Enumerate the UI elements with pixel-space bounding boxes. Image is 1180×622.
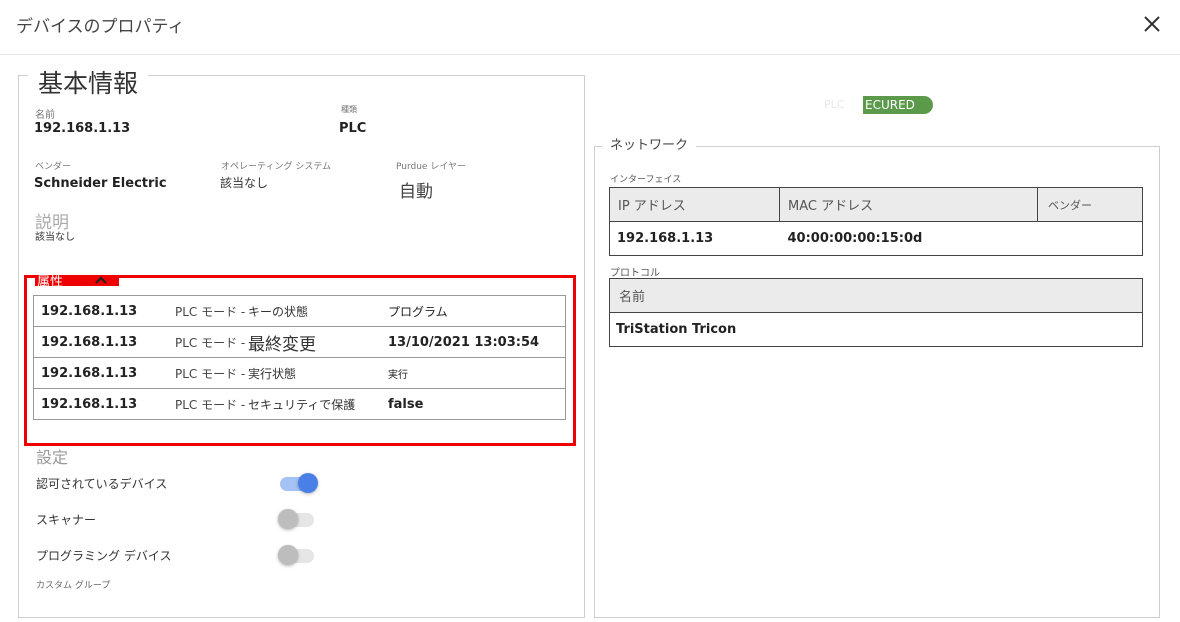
attribute-value: プログラム xyxy=(388,295,566,327)
attribute-mode: PLC モード - xyxy=(175,326,248,358)
vendor-header: ベンダー xyxy=(1037,187,1143,222)
attribute-key: キーの状態 xyxy=(248,295,388,327)
attribute-mode: PLC モード - xyxy=(175,357,248,389)
attribute-ip: 192.168.1.13 xyxy=(33,388,175,420)
interface-ip: 192.168.1.13 xyxy=(609,221,780,256)
os-value: 該当なし xyxy=(220,176,269,190)
name-value: 192.168.1.13 xyxy=(34,121,131,136)
network-title: ネットワーク xyxy=(602,134,697,153)
protocols-label: プロトコル xyxy=(610,268,660,279)
attribute-mode: PLC モード - xyxy=(175,388,248,420)
name-label: 名前 xyxy=(35,110,55,121)
toggle-knob xyxy=(278,545,298,565)
chevron-up-icon[interactable] xyxy=(94,272,108,286)
attribute-value: 実行 xyxy=(388,357,566,389)
ip-address-header: IP アドレス xyxy=(609,187,780,222)
basic-info-title: 基本情報 xyxy=(28,64,149,100)
protocol-name: TriStation Tricon xyxy=(609,312,1143,347)
programming-device-toggle[interactable] xyxy=(278,544,316,566)
protocol-name-header: 名前 xyxy=(609,278,1143,313)
settings-heading: 設定 xyxy=(36,448,69,467)
toggle-knob xyxy=(278,509,298,529)
interface-mac: 40:00:00:00:15:0d xyxy=(779,221,1038,256)
attribute-ip: 192.168.1.13 xyxy=(33,357,175,389)
toggle-knob xyxy=(298,473,318,493)
attribute-row: 192.168.1.13 PLC モード - 実行状態 実行 xyxy=(33,357,566,389)
attribute-ip: 192.168.1.13 xyxy=(33,295,175,327)
os-label: オペレーティング システム xyxy=(221,162,332,172)
status-badge-faint-text: PLC xyxy=(824,98,845,111)
protocols-table: 名前 TriStation Tricon xyxy=(609,278,1143,347)
attribute-row: 192.168.1.13 PLC モード - キーの状態 プログラム xyxy=(33,295,566,327)
purdue-label: Purdue レイヤー xyxy=(396,162,467,172)
attribute-key: 実行状態 xyxy=(248,357,388,389)
type-value: PLC xyxy=(339,121,367,136)
status-badge: ECURED xyxy=(863,96,933,114)
attribute-ip: 192.168.1.13 xyxy=(33,326,175,358)
attributes-tab-label: 属性 xyxy=(37,275,64,290)
attribute-key: 最終変更 xyxy=(248,326,388,358)
custom-group-label: カスタム グループ xyxy=(36,581,111,591)
authorized-device-label: 認可されているデバイス xyxy=(36,477,168,491)
interfaces-label: インターフェイス xyxy=(610,175,682,185)
scanner-label: スキャナー xyxy=(36,513,97,527)
scanner-toggle[interactable] xyxy=(278,508,316,530)
interface-vendor xyxy=(1037,221,1143,256)
attribute-value: false xyxy=(388,388,566,420)
close-icon[interactable] xyxy=(1140,12,1164,36)
programming-device-label: プログラミング デバイス xyxy=(36,549,172,563)
type-label: 種類 xyxy=(341,105,357,114)
protocol-row: TriStation Tricon xyxy=(609,312,1143,347)
attribute-key: セキュリティで保護 xyxy=(248,388,388,420)
description-value: 該当なし xyxy=(35,232,75,243)
dialog-title: デバイスのプロパティ xyxy=(16,17,185,37)
attributes-table: 192.168.1.13 PLC モード - キーの状態 プログラム 192.1… xyxy=(33,295,566,420)
attribute-mode: PLC モード - xyxy=(175,295,248,327)
interface-row: 192.168.1.13 40:00:00:00:15:0d xyxy=(609,221,1143,256)
vendor-label: ベンダー xyxy=(35,162,72,172)
attribute-value: 13/10/2021 13:03:54 xyxy=(388,326,566,358)
vendor-value: Schneider Electric xyxy=(34,176,167,191)
attribute-row: 192.168.1.13 PLC モード - 最終変更 13/10/2021 1… xyxy=(33,326,566,358)
interfaces-table: IP アドレス MAC アドレス ベンダー 192.168.1.13 40:00… xyxy=(609,187,1143,256)
mac-address-header: MAC アドレス xyxy=(779,187,1038,222)
authorized-device-toggle[interactable] xyxy=(280,472,318,494)
purdue-value: 自動 xyxy=(399,182,433,202)
attribute-row: 192.168.1.13 PLC モード - セキュリティで保護 false xyxy=(33,388,566,420)
